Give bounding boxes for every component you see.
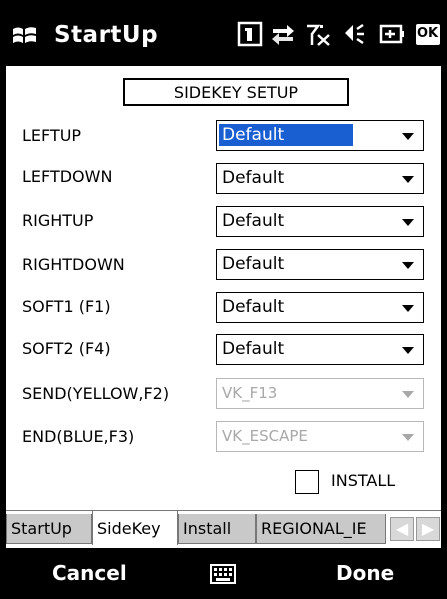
label-rightup: RIGHTUP bbox=[22, 211, 94, 230]
chevron-left-icon[interactable]: ◀ bbox=[390, 517, 414, 541]
tab-install[interactable]: Install bbox=[178, 514, 256, 544]
combo-rightdown[interactable]: Default bbox=[216, 249, 424, 280]
combo-value: Default bbox=[222, 339, 285, 359]
combo-value: Default bbox=[222, 254, 285, 274]
label-leftdown: LEFTDOWN bbox=[22, 167, 113, 186]
label-rightdown: RIGHTDOWN bbox=[22, 255, 125, 274]
tab-regional-ie[interactable]: REGIONAL_IE bbox=[256, 514, 386, 544]
tab-sidekey[interactable]: SideKey bbox=[92, 511, 178, 545]
dropdown-arrow-icon[interactable] bbox=[402, 133, 414, 140]
windows-logo-icon[interactable] bbox=[12, 25, 38, 47]
install-checkbox[interactable] bbox=[295, 470, 319, 494]
dropdown-arrow-icon[interactable] bbox=[402, 305, 414, 312]
label-send: SEND(YELLOW,F2) bbox=[22, 384, 170, 403]
chevron-right-icon[interactable]: ▶ bbox=[416, 517, 440, 541]
label-end: END(BLUE,F3) bbox=[22, 427, 135, 446]
combo-value: VK_ESCAPE bbox=[222, 427, 308, 445]
combo-soft2[interactable]: Default bbox=[216, 334, 424, 365]
combo-value: Default bbox=[222, 211, 285, 231]
page-header: SIDEKEY SETUP bbox=[123, 78, 349, 106]
combo-rightup[interactable]: Default bbox=[216, 206, 424, 237]
ok-button[interactable]: OK bbox=[416, 24, 440, 45]
dropdown-arrow-icon bbox=[402, 434, 414, 441]
ok-button-label: OK bbox=[417, 26, 439, 41]
speaker-icon[interactable] bbox=[339, 21, 367, 47]
dropdown-arrow-icon[interactable] bbox=[402, 347, 414, 354]
app-window: StartUp OK SIDEKEY SETUP LEFTUP Default … bbox=[0, 0, 447, 599]
tab-startup[interactable]: StartUp bbox=[6, 514, 92, 544]
combo-value: Default bbox=[222, 297, 285, 317]
dropdown-arrow-icon bbox=[402, 391, 414, 398]
combo-leftdown[interactable]: Default bbox=[216, 163, 424, 194]
dropdown-arrow-icon[interactable] bbox=[402, 176, 414, 183]
keyboard-icon[interactable] bbox=[210, 563, 236, 585]
title-bar: StartUp OK bbox=[0, 0, 447, 66]
dropdown-arrow-icon[interactable] bbox=[402, 219, 414, 226]
signal-off-icon[interactable] bbox=[304, 21, 332, 47]
combo-value: VK_F13 bbox=[222, 384, 278, 402]
combo-value: Default bbox=[222, 168, 285, 188]
label-soft2: SOFT2 (F4) bbox=[22, 339, 111, 358]
done-button[interactable]: Done bbox=[336, 561, 394, 585]
dropdown-arrow-icon[interactable] bbox=[402, 262, 414, 269]
battery-plug-icon[interactable] bbox=[378, 21, 406, 47]
label-leftup: LEFTUP bbox=[22, 126, 82, 145]
sim-card-icon[interactable] bbox=[236, 21, 264, 47]
label-soft1: SOFT1 (F1) bbox=[22, 297, 111, 316]
combo-value: Default bbox=[219, 124, 353, 146]
combo-soft1[interactable]: Default bbox=[216, 292, 424, 323]
install-label[interactable]: INSTALL bbox=[331, 471, 395, 490]
network-sync-icon[interactable] bbox=[269, 21, 297, 47]
softkey-bar: Cancel Done bbox=[0, 551, 447, 599]
combo-end: VK_ESCAPE bbox=[216, 421, 424, 452]
cancel-button[interactable]: Cancel bbox=[52, 561, 127, 585]
window-title: StartUp bbox=[54, 22, 159, 48]
content-area: SIDEKEY SETUP LEFTUP Default LEFTDOWN De… bbox=[6, 66, 441, 510]
tab-strip: StartUp SideKey Install REGIONAL_IE ◀ ▶ bbox=[6, 510, 441, 548]
combo-send: VK_F13 bbox=[216, 378, 424, 409]
combo-leftup[interactable]: Default bbox=[216, 120, 424, 151]
